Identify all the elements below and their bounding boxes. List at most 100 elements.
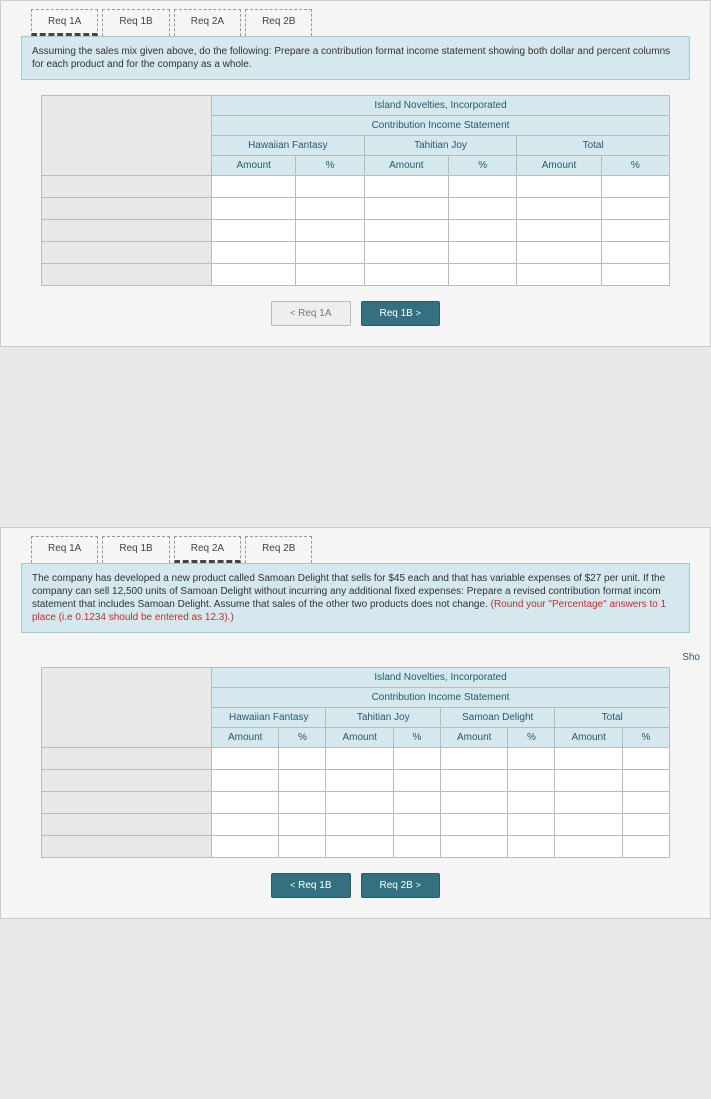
- tab-req-2a[interactable]: Req 2A: [174, 9, 241, 36]
- cell-input[interactable]: [514, 796, 548, 809]
- cell-input[interactable]: [561, 796, 615, 809]
- cell-input[interactable]: [302, 268, 357, 281]
- cell-input[interactable]: [285, 774, 319, 787]
- cell-input[interactable]: [302, 202, 357, 215]
- cell-input[interactable]: [285, 840, 319, 853]
- cell-input[interactable]: [371, 268, 442, 281]
- row-label-input[interactable]: [48, 774, 205, 787]
- cell-input[interactable]: [447, 774, 501, 787]
- cell-input[interactable]: [629, 818, 663, 831]
- row-label-input[interactable]: [48, 796, 205, 809]
- cell-input[interactable]: [523, 268, 594, 281]
- cell-input[interactable]: [523, 202, 594, 215]
- cell-input[interactable]: [285, 796, 319, 809]
- cell-input[interactable]: [447, 796, 501, 809]
- cell-input[interactable]: [400, 774, 434, 787]
- cell-input[interactable]: [371, 180, 442, 193]
- cell-input[interactable]: [561, 774, 615, 787]
- cell-input[interactable]: [455, 246, 510, 259]
- cell-input[interactable]: [455, 224, 510, 237]
- cell-input[interactable]: [218, 268, 289, 281]
- prev-button[interactable]: < Req 1B: [271, 873, 350, 898]
- row-label-input[interactable]: [48, 268, 205, 281]
- cell-input[interactable]: [523, 246, 594, 259]
- row-label-input[interactable]: [48, 202, 205, 215]
- tab-req-1b[interactable]: Req 1B: [102, 9, 169, 36]
- cell-input[interactable]: [218, 180, 289, 193]
- cell-input[interactable]: [455, 268, 510, 281]
- col-amount: Amount: [440, 728, 507, 748]
- cell-input[interactable]: [332, 796, 386, 809]
- cell-input[interactable]: [218, 202, 289, 215]
- cell-input[interactable]: [332, 818, 386, 831]
- cell-input[interactable]: [561, 818, 615, 831]
- row-label-input[interactable]: [48, 752, 205, 765]
- cell-input[interactable]: [218, 818, 272, 831]
- next-button[interactable]: Req 2B >: [361, 873, 440, 898]
- cell-input[interactable]: [608, 224, 663, 237]
- cell-input[interactable]: [514, 752, 548, 765]
- tab-req-2b[interactable]: Req 2B: [245, 9, 312, 36]
- cell-input[interactable]: [561, 840, 615, 853]
- col-amount: Amount: [364, 156, 448, 176]
- cell-input[interactable]: [514, 840, 548, 853]
- cell-input[interactable]: [608, 246, 663, 259]
- prev-button[interactable]: < Req 1A: [271, 301, 350, 326]
- cell-input[interactable]: [400, 840, 434, 853]
- cell-input[interactable]: [608, 180, 663, 193]
- cell-input[interactable]: [371, 202, 442, 215]
- cell-input[interactable]: [285, 752, 319, 765]
- cell-input[interactable]: [218, 796, 272, 809]
- cell-input[interactable]: [629, 840, 663, 853]
- row-label-input[interactable]: [48, 246, 205, 259]
- cell-input[interactable]: [332, 752, 386, 765]
- cell-input[interactable]: [455, 180, 510, 193]
- cell-input[interactable]: [629, 774, 663, 787]
- cell-input[interactable]: [218, 246, 289, 259]
- tab-req-2a[interactable]: Req 2A: [174, 536, 241, 563]
- tab-req-1b[interactable]: Req 1B: [102, 536, 169, 563]
- cell-input[interactable]: [447, 752, 501, 765]
- cell-input[interactable]: [400, 818, 434, 831]
- show-hint[interactable]: Sho: [1, 648, 710, 667]
- row-label-input[interactable]: [48, 180, 205, 193]
- cell-input[interactable]: [218, 752, 272, 765]
- cell-input[interactable]: [561, 752, 615, 765]
- col-amount: Amount: [517, 156, 601, 176]
- cell-input[interactable]: [332, 774, 386, 787]
- row-label-input[interactable]: [48, 818, 205, 831]
- table-row: [42, 264, 670, 286]
- cell-input[interactable]: [608, 202, 663, 215]
- tab-req-2b[interactable]: Req 2B: [245, 536, 312, 563]
- cell-input[interactable]: [629, 796, 663, 809]
- row-label-input[interactable]: [48, 840, 205, 853]
- cell-input[interactable]: [332, 840, 386, 853]
- cell-input[interactable]: [514, 774, 548, 787]
- tab-req-1a[interactable]: Req 1A: [31, 9, 98, 36]
- row-label-input[interactable]: [48, 224, 205, 237]
- cell-input[interactable]: [523, 224, 594, 237]
- col-group-hawaiian: Hawaiian Fantasy: [212, 136, 365, 156]
- cell-input[interactable]: [447, 840, 501, 853]
- cell-input[interactable]: [455, 202, 510, 215]
- cell-input[interactable]: [371, 224, 442, 237]
- cell-input[interactable]: [608, 268, 663, 281]
- tab-req-1a[interactable]: Req 1A: [31, 536, 98, 563]
- cell-input[interactable]: [218, 840, 272, 853]
- cell-input[interactable]: [629, 752, 663, 765]
- cell-input[interactable]: [523, 180, 594, 193]
- next-button[interactable]: Req 1B >: [361, 301, 440, 326]
- cell-input[interactable]: [285, 818, 319, 831]
- cell-input[interactable]: [400, 796, 434, 809]
- cell-input[interactable]: [371, 246, 442, 259]
- next-label: Req 1B: [380, 308, 413, 319]
- cell-input[interactable]: [302, 224, 357, 237]
- cell-input[interactable]: [400, 752, 434, 765]
- cell-input[interactable]: [302, 180, 357, 193]
- cell-input[interactable]: [302, 246, 357, 259]
- cell-input[interactable]: [447, 818, 501, 831]
- chevron-right-icon: >: [416, 880, 421, 890]
- cell-input[interactable]: [218, 224, 289, 237]
- cell-input[interactable]: [514, 818, 548, 831]
- cell-input[interactable]: [218, 774, 272, 787]
